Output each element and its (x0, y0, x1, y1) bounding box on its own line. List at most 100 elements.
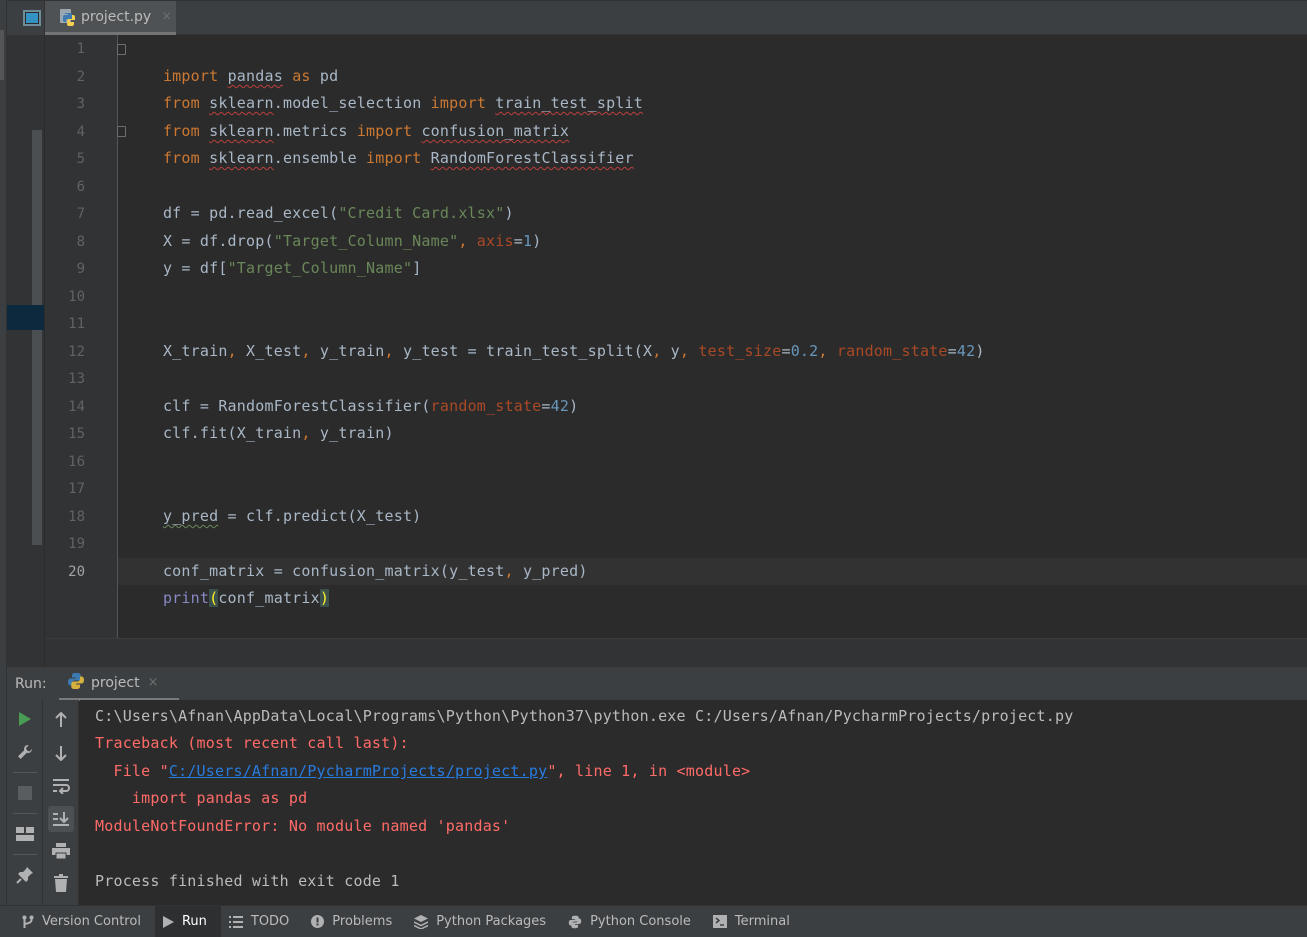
scroll-up-button[interactable] (49, 708, 73, 732)
tool-terminal[interactable]: Terminal (705, 906, 804, 937)
tool-label: Version Control (42, 914, 141, 929)
console-text: File " (95, 762, 169, 780)
strip-marker (0, 30, 4, 80)
terminal-icon (712, 915, 727, 928)
tool-run[interactable]: Run (154, 905, 221, 937)
matched-brace: ) (319, 589, 330, 607)
comma: , (504, 562, 514, 580)
project-view-toggle[interactable] (7, 1, 45, 35)
toolbar-separator (13, 772, 37, 773)
number-literal: 0.2 (790, 342, 819, 360)
code-text: y_train (310, 342, 385, 360)
console-text: ", line 1, in <module> (547, 762, 751, 780)
run-console-output[interactable]: C:\Users\Afnan\AppData\Local\Programs\Py… (80, 700, 1307, 905)
line-number: 12 (68, 343, 85, 360)
package-name: sklearn (209, 149, 274, 167)
stop-button[interactable] (13, 781, 37, 805)
tool-label: Problems (332, 914, 393, 929)
imported-name: RandomForestClassifier (430, 149, 634, 167)
code-text: y_train) (310, 424, 394, 442)
close-tab-icon[interactable]: × (161, 9, 172, 24)
edit-config-button[interactable] (13, 740, 37, 764)
comma: , (384, 342, 394, 360)
line-number: 10 (68, 288, 85, 305)
code-text: y_test = train_test_split(X (393, 342, 653, 360)
soft-wrap-button[interactable] (49, 774, 73, 798)
line-number: 18 (68, 508, 85, 525)
fold-end-icon[interactable] (117, 126, 126, 137)
tool-window-bar: Version Control Run TODO Problems Python… (0, 905, 1307, 937)
editor-horizontal-area (45, 638, 1307, 666)
matched-brace: ( (209, 589, 219, 607)
tab-label: project.py (81, 8, 152, 25)
keyword-arg: test_size (689, 342, 782, 360)
play-icon (19, 712, 31, 726)
line-number: 6 (76, 178, 85, 195)
code-text: X_test (236, 342, 302, 360)
line-number: 13 (68, 371, 85, 387)
close-run-tab-icon[interactable]: × (148, 675, 159, 690)
code-editor[interactable]: import pandas as pd from sklearn.model_s… (117, 35, 1307, 638)
code-text: y_pred) (513, 562, 588, 580)
left-tool-strip (0, 0, 7, 905)
current-position-marker (7, 305, 44, 330)
code-text: = (541, 397, 551, 415)
run-toolbar-primary (7, 700, 43, 905)
project-panel-icon (23, 10, 41, 26)
soft-wrap-icon (53, 779, 70, 794)
tool-python-console[interactable]: Python Console (560, 906, 705, 937)
clear-all-button[interactable] (49, 871, 73, 895)
python-icon (568, 915, 582, 929)
string-literal: "Target_Column_Name" (227, 259, 413, 277)
run-label: Run: (15, 676, 47, 692)
console-source-line: import pandas as pd (95, 789, 308, 807)
editor-left-gutter (7, 35, 45, 666)
tool-python-packages[interactable]: Python Packages (406, 906, 560, 937)
keyword-arg: random_state (430, 397, 542, 415)
line-number: 9 (76, 261, 85, 277)
keyword: import (366, 149, 422, 167)
console-error-line: ModuleNotFoundError: No module named 'pa… (95, 817, 511, 835)
line-number: 20 (68, 563, 85, 580)
pin-tab-button[interactable] (13, 863, 37, 887)
line-number: 1 (76, 41, 85, 57)
comma: , (301, 424, 311, 442)
python-file-icon (59, 8, 77, 26)
tool-version-control[interactable]: Version Control (14, 906, 155, 937)
print-button[interactable] (49, 839, 73, 863)
scroll-down-button[interactable] (49, 741, 73, 765)
tool-todo[interactable]: TODO (221, 906, 303, 937)
code-text: = (781, 342, 791, 360)
layout-button[interactable] (13, 822, 37, 846)
tool-problems[interactable]: Problems (303, 906, 406, 937)
code-line-20: print(conf_matrix) (126, 558, 330, 639)
tab-project-py[interactable]: project.py × (45, 1, 176, 35)
trash-icon (54, 874, 68, 892)
scroll-to-end-button[interactable] (48, 806, 74, 832)
warning-icon (311, 915, 325, 928)
keyword: from (162, 149, 200, 167)
comma: , (227, 342, 237, 360)
layers-icon (414, 914, 429, 929)
code-line-8: y = df["Target_Column_Name"] (126, 228, 421, 309)
run-tab-project[interactable]: project × (59, 667, 179, 701)
stop-icon (18, 786, 32, 800)
fold-icon[interactable] (117, 44, 126, 55)
line-number: 14 (68, 398, 85, 415)
toolbar-separator (13, 813, 37, 814)
tool-label: Python Packages (436, 914, 547, 929)
arrow-up-icon (55, 712, 67, 727)
tool-label: Terminal (734, 914, 790, 929)
arrow-down-icon (55, 746, 67, 761)
structure-scroll-thumb[interactable] (32, 130, 42, 545)
layout-icon (16, 827, 34, 841)
printer-icon (52, 843, 70, 859)
variable-name: y_pred (162, 507, 219, 525)
file-link[interactable]: C:/Users/Afnan/PycharmProjects/project.p… (169, 762, 547, 780)
number-literal: 42 (550, 397, 570, 415)
line-number: 2 (76, 68, 85, 85)
toolbar-separator (13, 854, 37, 855)
code-text: ] (412, 259, 422, 277)
builtin-function: print (162, 589, 210, 607)
rerun-button[interactable] (13, 707, 37, 731)
